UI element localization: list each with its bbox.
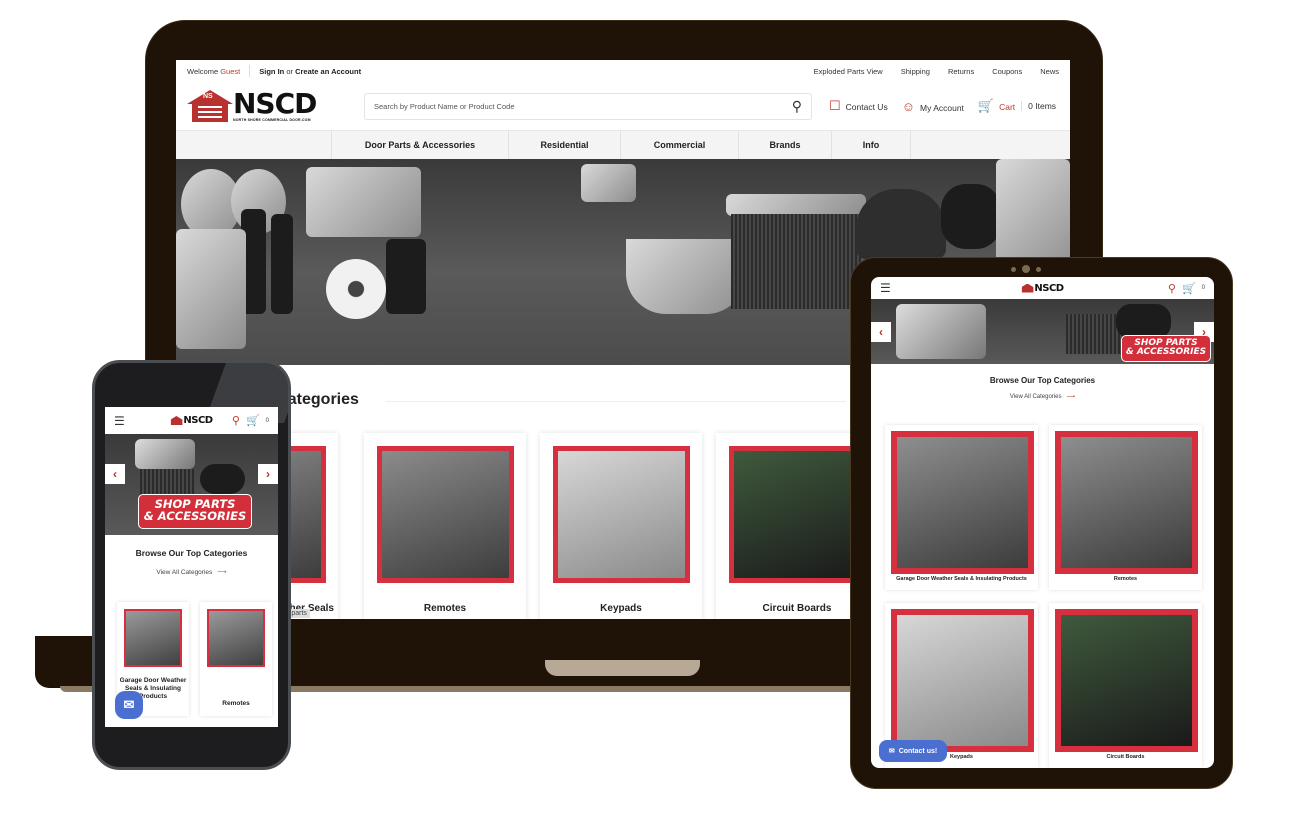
logo-text: NSCD — [233, 87, 317, 120]
exploded-parts-link[interactable]: Exploded Parts View — [814, 67, 883, 76]
category-label: Garage Door Weather Seals & Insulating P… — [896, 576, 1027, 582]
guest-name: Guest — [220, 66, 241, 76]
returns-link[interactable]: Returns — [948, 67, 974, 76]
category-card-remotes[interactable]: Remotes — [364, 433, 526, 619]
tablet-frame: ☰ NSCD ⚲ 🛒 0 ‹ › SHOP PARTS & ACCESSORIES… — [850, 257, 1233, 789]
category-card-weather-seals[interactable]: Garage Door Weather Seals & Insulating P… — [885, 425, 1038, 590]
category-card-remotes[interactable]: Remotes — [200, 602, 272, 716]
site-logo[interactable]: NS NSCD NORTH SHORE COMMERCIAL DOOR.COM — [187, 90, 337, 122]
category-label: Keypads — [600, 603, 642, 614]
main-nav: Door Parts & Accessories Residential Com… — [176, 130, 1070, 159]
search-input[interactable]: Search by Product Name or Product Code ⚲ — [364, 92, 812, 120]
chat-icon: ☐ — [829, 98, 841, 113]
my-account-link[interactable]: ☺ My Account — [902, 99, 964, 114]
news-link[interactable]: News — [1040, 67, 1059, 76]
mail-icon: ✉ — [888, 748, 895, 755]
search-icon[interactable]: ⚲ — [1168, 282, 1176, 295]
shop-parts-badge[interactable]: SHOP PARTS & ACCESSORIES — [1121, 335, 1211, 362]
or-text: or — [286, 66, 293, 76]
category-label: Circuit Boards — [1106, 754, 1145, 760]
category-label: Remotes — [1113, 576, 1138, 582]
category-image — [891, 609, 1034, 752]
nav-residential[interactable]: Residential — [508, 131, 620, 159]
cart-count: 0 — [265, 417, 269, 424]
cart-count: 0 Items — [1021, 101, 1056, 111]
site-logo[interactable]: NSCD — [170, 415, 213, 426]
search-icon[interactable]: ⚲ — [232, 414, 240, 427]
category-card-remotes[interactable]: Remotes — [1049, 425, 1202, 590]
menu-icon[interactable]: ☰ — [114, 414, 125, 428]
nav-door-parts[interactable]: Door Parts & Accessories — [331, 131, 508, 159]
section-title: Browse Our Top Categories — [135, 548, 248, 558]
site-header: NS NSCD NORTH SHORE COMMERCIAL DOOR.COM … — [176, 82, 1070, 130]
create-account-link[interactable]: Create an Account — [295, 67, 361, 76]
category-image — [377, 446, 514, 583]
mobile-header: ☰ NSCD ⚲ 🛒 0 — [105, 407, 278, 434]
shipping-link[interactable]: Shipping — [901, 67, 930, 76]
welcome-text: Welcome — [187, 66, 219, 76]
shop-parts-badge[interactable]: SHOP PARTS & ACCESSORIES — [138, 494, 252, 529]
mail-icon: ✉ — [123, 697, 135, 712]
carousel-next-button[interactable]: › — [258, 464, 278, 484]
cart-link[interactable]: 🛒 Cart — [978, 98, 1015, 114]
divider — [249, 65, 251, 77]
menu-icon[interactable]: ☰ — [880, 281, 891, 295]
category-image — [1055, 431, 1198, 574]
utility-links: Exploded Parts View Shipping Returns Cou… — [814, 67, 1059, 76]
phone-site: ☰ NSCD ⚲ 🛒 0 ‹ › SHOP PARTS & ACCESSORIES… — [105, 407, 278, 727]
logo-house-icon: NS — [187, 90, 233, 122]
contact-us-button[interactable]: ✉ — [115, 691, 143, 719]
coupons-link[interactable]: Coupons — [992, 67, 1022, 76]
category-card-keypads[interactable]: Keypads — [540, 433, 702, 619]
hero-banner[interactable]: ‹ › SHOP PARTS & ACCESSORIES — [871, 299, 1214, 364]
cart-icon[interactable]: 🛒 — [1182, 282, 1196, 295]
logo-house-icon — [170, 416, 183, 425]
search-placeholder: Search by Product Name or Product Code — [374, 101, 515, 111]
divider — [386, 401, 846, 402]
sign-in-link[interactable]: Sign In — [259, 67, 284, 76]
category-image — [1055, 609, 1198, 752]
cart-icon[interactable]: 🛒 — [246, 414, 260, 427]
category-image — [553, 446, 690, 583]
mobile-header: ☰ NSCD ⚲ 🛒 0 — [871, 277, 1214, 299]
tablet-site: ☰ NSCD ⚲ 🛒 0 ‹ › SHOP PARTS & ACCESSORIES… — [871, 277, 1214, 768]
section-title: Browse Our Top Categories — [989, 376, 1096, 385]
logo-house-icon — [1021, 283, 1034, 293]
search-icon[interactable]: ⚲ — [792, 98, 802, 115]
category-card-circuit-boards[interactable]: Circuit Boards — [1049, 603, 1202, 768]
contact-us-link[interactable]: ☐ Contact Us — [829, 98, 888, 114]
carousel-prev-button[interactable]: ‹ — [105, 464, 125, 484]
category-label: Remotes — [423, 603, 467, 614]
view-all-categories-link[interactable]: View All Categories ⟶ — [105, 568, 278, 576]
nav-commercial[interactable]: Commercial — [620, 131, 738, 159]
header-links: ☐ Contact Us ☺ My Account 🛒 Cart 0 Items — [829, 98, 1056, 114]
logo-tagline: NORTH SHORE COMMERCIAL DOOR.COM — [233, 118, 311, 122]
phone-frame: ☰ NSCD ⚲ 🛒 0 ‹ › SHOP PARTS & ACCESSORIES… — [92, 360, 291, 770]
arrow-right-icon: ⟶ — [1066, 394, 1076, 400]
cart-count: 0 — [1201, 285, 1205, 291]
contact-us-button[interactable]: ✉ Contact us! — [879, 740, 947, 762]
category-label: Remotes — [222, 700, 250, 707]
view-all-categories-link[interactable]: View All Categories ⟶ — [871, 393, 1214, 400]
hero-banner[interactable]: ‹ › SHOP PARTS & ACCESSORIES — [105, 434, 278, 535]
category-image — [891, 431, 1034, 574]
header-icons: ⚲ 🛒 0 — [232, 414, 269, 427]
category-image — [124, 609, 182, 667]
category-image — [207, 609, 265, 667]
user-icon: ☺ — [901, 98, 915, 114]
site-logo[interactable]: NSCD — [1021, 283, 1064, 294]
arrow-right-icon: ⟶ — [217, 569, 227, 576]
nav-brands[interactable]: Brands — [738, 131, 831, 159]
header-icons: ⚲ 🛒 0 — [1168, 282, 1205, 295]
carousel-prev-button[interactable]: ‹ — [871, 321, 891, 342]
device-mockup: Welcome Guest Sign In or Create an Accou… — [0, 0, 1293, 825]
cart-icon: 🛒 — [977, 98, 995, 113]
tablet-camera — [1011, 265, 1041, 273]
top-bar: Welcome Guest Sign In or Create an Accou… — [176, 60, 1070, 82]
nav-info[interactable]: Info — [831, 131, 911, 159]
category-image — [729, 446, 866, 583]
laptop-notch — [545, 660, 700, 676]
